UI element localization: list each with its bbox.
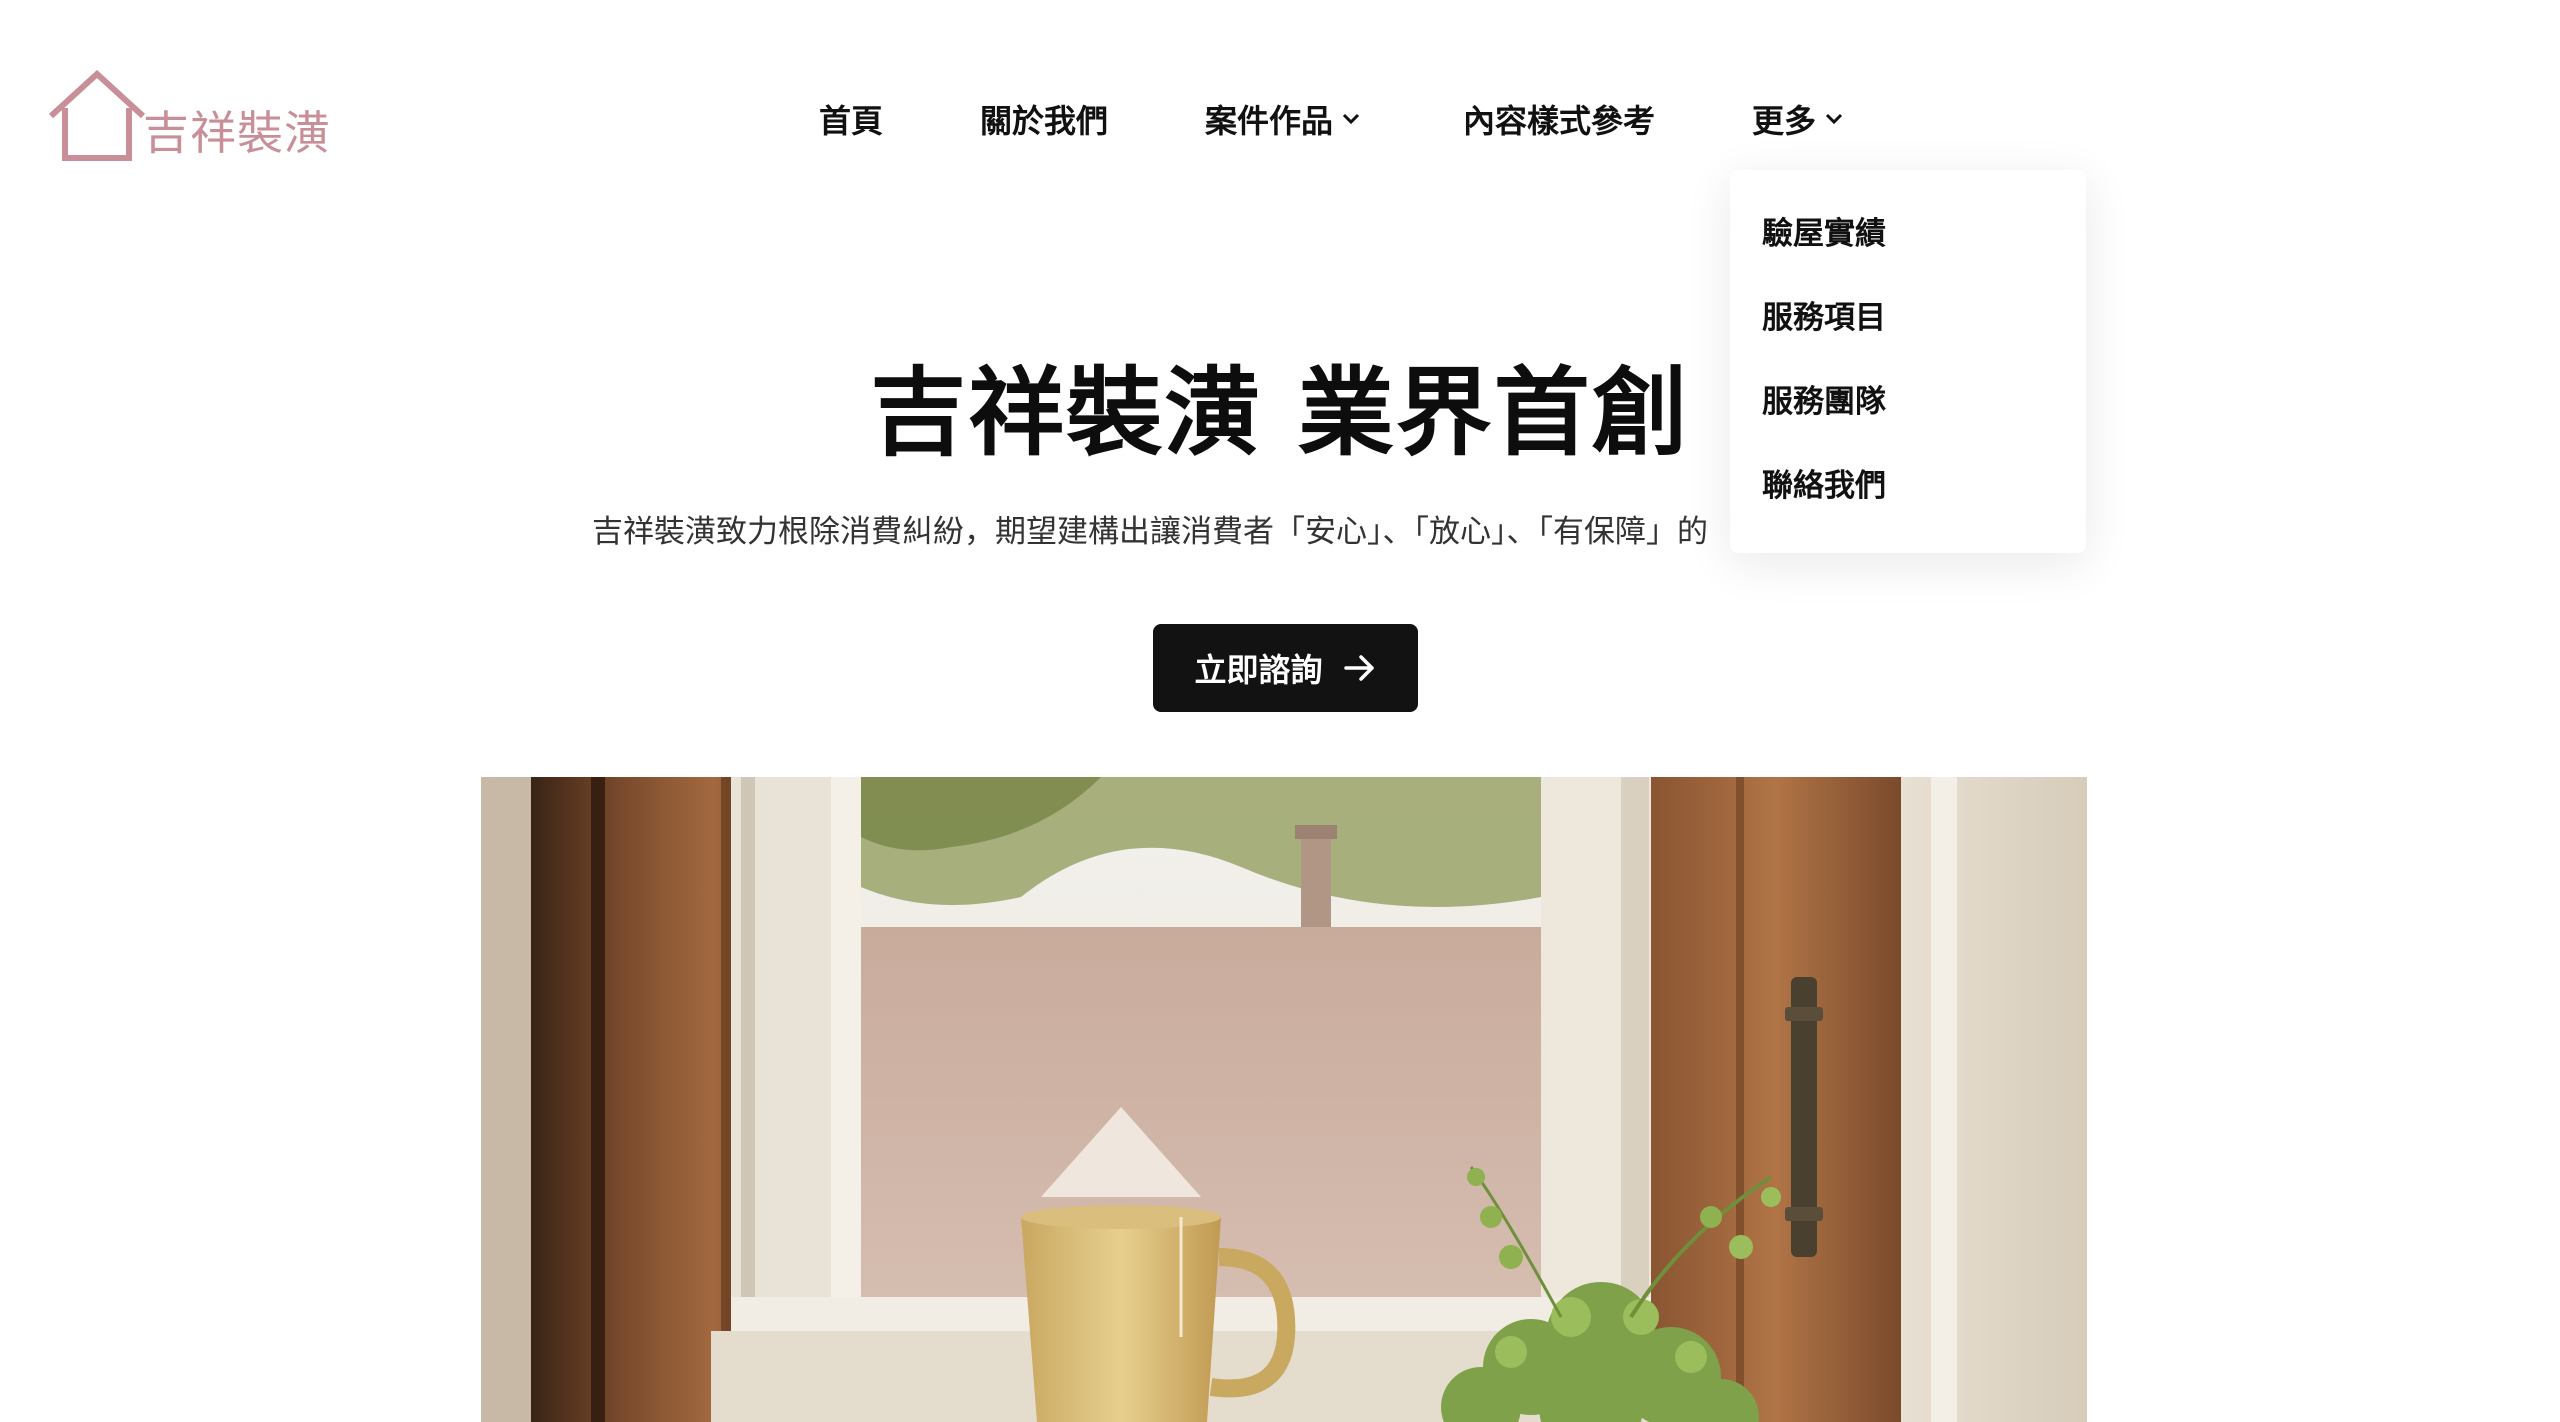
dropdown-item-services[interactable]: 服務項目	[1730, 290, 2086, 374]
dropdown-item-team[interactable]: 服務團隊	[1730, 374, 2086, 458]
nav-item-label: 更多	[1752, 102, 1817, 140]
dropdown-item-contact[interactable]: 聯絡我們	[1730, 458, 2086, 542]
window-scene-image	[481, 777, 2087, 1422]
consult-now-button[interactable]: 立即諮詢	[1153, 624, 1418, 712]
dropdown-item-inspection-results[interactable]: 驗屋實績	[1730, 206, 2086, 290]
nav-item-label: 案件作品	[1205, 102, 1334, 140]
nav-item-more[interactable]: 更多	[1752, 94, 1844, 144]
nav-item-label: 關於我們	[980, 102, 1109, 140]
nav-item-style-reference[interactable]: 內容樣式參考	[1463, 94, 1655, 144]
cta-label: 立即諮詢	[1194, 652, 1323, 688]
hero-title: 吉祥裝潢 業界首創	[870, 357, 1690, 469]
page: 吉祥裝潢 首頁 關於我們 案件作品 內容樣式參考 更多 吉祥裝潢 業界首創 吉祥…	[0, 0, 2560, 1422]
nav-item-home[interactable]: 首頁	[819, 94, 883, 144]
hero-photo	[481, 777, 2087, 1422]
chevron-down-icon	[1342, 113, 1360, 125]
nav-item-about[interactable]: 關於我們	[980, 94, 1108, 144]
more-dropdown-menu: 驗屋實績 服務項目 服務團隊 聯絡我們	[1730, 170, 2086, 553]
nav-item-label: 首頁	[819, 102, 884, 140]
nav-item-label: 內容樣式參考	[1463, 102, 1656, 140]
hero-subtitle: 吉祥裝潢致力根除消費糾紛，期望建構出讓消費者「安心」、「放心」、「有保障」的	[592, 514, 1708, 550]
arrow-right-icon	[1343, 655, 1374, 681]
nav-item-portfolio[interactable]: 案件作品	[1205, 94, 1361, 144]
main-nav: 首頁 關於我們 案件作品 內容樣式參考 更多	[0, 94, 2560, 144]
chevron-down-icon	[1825, 113, 1843, 125]
